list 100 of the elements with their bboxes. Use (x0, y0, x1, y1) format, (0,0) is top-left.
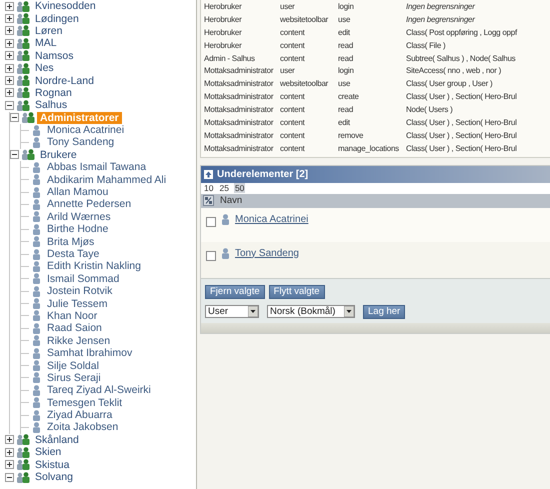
page-size-link[interactable]: 25 (218, 183, 230, 194)
user-icon (32, 360, 41, 372)
user-tree-item[interactable]: Khan Noor (44, 310, 100, 322)
group-tree-item[interactable]: Lødingen (32, 12, 82, 25)
user-icon (32, 236, 41, 248)
table-cell: user (280, 66, 295, 76)
user-icon (32, 186, 41, 198)
user-tree-item[interactable]: Abdikarim Mahammed Ali (44, 174, 170, 186)
table-cell: edit (338, 118, 350, 127)
group-tree-item[interactable]: Kvinesodden (32, 0, 99, 12)
group-tree-item[interactable]: Nordre-Land (32, 74, 97, 87)
user-icon (32, 260, 41, 272)
table-cell: Mottaksadministrator (204, 66, 274, 76)
user-tree-item[interactable]: Julie Tessem (44, 298, 110, 310)
user-tree-item[interactable]: Zoita Jakobsen (44, 421, 122, 434)
collapse-icon[interactable] (10, 150, 19, 160)
user-group-icon (16, 13, 30, 24)
user-group-icon (16, 38, 30, 49)
dropdown-arrow-icon (344, 306, 354, 318)
expand-icon[interactable] (5, 38, 14, 48)
user-tree-item[interactable]: Rikke Jensen (44, 334, 114, 347)
user-tree-item[interactable]: Desta Taye (44, 248, 102, 260)
user-icon (32, 397, 41, 408)
user-tree-item[interactable]: Jostein Rotvik (44, 285, 116, 298)
table-cell: use (338, 14, 350, 24)
user-tree-item[interactable]: Abbas Ismail Tawana (44, 161, 150, 174)
group-tree-item[interactable]: Skistua (32, 458, 72, 471)
group-tree-item[interactable]: MAL (32, 37, 60, 50)
user-tree-item[interactable]: Edith Kristin Nakling (44, 260, 144, 272)
user-tree-item[interactable]: Raad Saion (44, 322, 105, 334)
table-cell: manage_locations (338, 144, 399, 153)
row-checkbox[interactable] (206, 250, 216, 261)
dropdown-select[interactable]: Norsk (Bokmål) (267, 305, 355, 318)
user-group-icon (21, 112, 35, 124)
table-cell: Ingen begrensninger (406, 14, 475, 24)
user-tree-item[interactable]: Arild Wærnes (44, 210, 114, 223)
user-link[interactable]: Tony Sandeng (235, 248, 299, 259)
group-tree-item[interactable]: Salhus (32, 99, 70, 112)
table-cell: content (280, 144, 304, 153)
expand-icon[interactable] (5, 2, 14, 11)
action-button[interactable]: Flytt valgte (268, 284, 325, 299)
collapse-icon[interactable] (5, 472, 14, 482)
user-tree-item[interactable]: Sirus Seraji (44, 372, 104, 384)
expand-icon[interactable] (5, 64, 14, 73)
table-cell: content (280, 118, 304, 127)
user-group-icon (16, 87, 30, 98)
user-tree-item[interactable]: Samhat Ibrahimov (44, 347, 136, 360)
user-tree-item[interactable]: Temesgen Teklit (44, 396, 126, 409)
action-button[interactable]: Fjern valgte (205, 284, 265, 299)
table-cell: content (280, 54, 304, 62)
group-tree-item[interactable]: Skien (32, 446, 64, 458)
user-tree-item[interactable]: Silje Soldal (44, 360, 102, 372)
dropdown-select[interactable]: User (205, 305, 259, 318)
user-icon (32, 162, 41, 173)
table-cell: websitetoolbar (280, 79, 328, 88)
user-tree-item[interactable]: Tareq Ziyad Al-Sweirki (44, 384, 154, 396)
collapse-icon[interactable] (5, 100, 14, 110)
page-size-link[interactable]: 10 (203, 183, 214, 194)
expand-icon[interactable] (5, 435, 14, 444)
invert-selection-icon[interactable] (203, 195, 214, 206)
table-cell: Class( User ) , Section( Hero-Brul (406, 130, 517, 140)
table-cell: Admin - Salhus (204, 54, 255, 62)
create-here-button[interactable]: Lag her (363, 304, 406, 319)
row-checkbox[interactable] (206, 216, 216, 227)
group-tree-item[interactable]: Solvang (32, 471, 76, 484)
group-tree-item[interactable]: Løren (32, 24, 66, 37)
user-link[interactable]: Monica Acatrinei (235, 214, 308, 225)
table-cell: content (280, 130, 304, 140)
group-tree-item[interactable]: Namsos (32, 50, 77, 62)
expand-icon[interactable] (5, 14, 14, 24)
table-cell: remove (338, 130, 364, 140)
user-tree-item[interactable]: Allan Mamou (44, 186, 112, 198)
panel-title: Underelementer [2] (217, 168, 308, 180)
user-tree-item[interactable]: Birthe Hodne (44, 223, 112, 236)
group-tree-item[interactable]: Skånland (32, 434, 82, 446)
user-tree-item[interactable]: Ismail Sommad (44, 272, 122, 285)
group-tree-item[interactable]: Rognan (32, 86, 75, 99)
collapse-icon[interactable] (10, 113, 19, 122)
expand-icon[interactable] (5, 26, 14, 36)
expand-icon[interactable] (5, 460, 14, 470)
expand-icon[interactable] (5, 76, 14, 86)
expand-icon[interactable] (5, 448, 14, 457)
user-group-icon (21, 149, 35, 160)
table-cell: Herobruker (204, 14, 242, 24)
group-tree-item[interactable]: Brukere (37, 148, 80, 161)
user-icon (32, 322, 41, 334)
user-tree-item[interactable]: Brita Mjøs (44, 236, 98, 248)
up-arrow-icon[interactable] (204, 170, 213, 179)
page-size-link[interactable]: 50 (234, 183, 246, 194)
user-icon (32, 286, 41, 297)
expand-icon[interactable] (5, 88, 14, 98)
user-icon (221, 248, 230, 259)
group-tree-item[interactable]: Nes (32, 62, 57, 74)
user-tree-item[interactable]: Monica Acatrinei (44, 124, 128, 136)
expand-icon[interactable] (5, 51, 14, 60)
user-tree-item[interactable]: Annette Pedersen (44, 198, 134, 210)
user-icon (32, 310, 41, 322)
user-tree-item[interactable]: Ziyad Abuarra (44, 409, 116, 422)
user-icon (32, 384, 41, 396)
user-tree-item[interactable]: Tony Sandeng (44, 136, 118, 148)
